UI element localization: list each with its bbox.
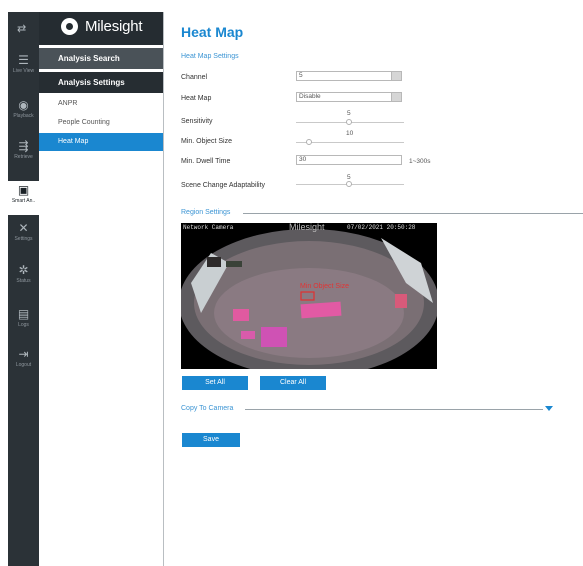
channel-value: 5: [299, 72, 303, 79]
scene-change-slider-handle[interactable]: [346, 181, 352, 187]
scene-change-label: Scene Change Adaptability: [181, 182, 266, 189]
app-window: ⇄ ☰ Live View ◉ Playback ⇶ Retrieve ▣ Sm…: [8, 12, 583, 566]
heat-map-label: Heat Map: [181, 95, 212, 102]
nav-label: Logs: [18, 322, 29, 328]
chevron-down-icon: [391, 72, 401, 80]
settings-icon: ✕: [18, 221, 29, 235]
sensitivity-slider[interactable]: [296, 119, 404, 125]
nav-label: Playback: [13, 113, 34, 119]
camera-preview[interactable]: Network Camera Milesight 07/02/2021 20:5…: [181, 223, 437, 369]
nav-live-view[interactable]: ☰ Live View: [8, 54, 39, 74]
milesight-logo-icon: [61, 18, 78, 35]
min-object-size-value: 10: [346, 130, 354, 137]
nav-label: Smart An..: [11, 198, 36, 204]
nav-label: Live View: [12, 68, 35, 74]
brand-name: Milesight: [85, 18, 143, 35]
nav-retrieve[interactable]: ⇶ Retrieve: [8, 140, 39, 160]
min-object-size-slider[interactable]: [296, 139, 404, 145]
channel-select[interactable]: 5: [296, 71, 402, 81]
menu-item-anpr[interactable]: ANPR: [39, 95, 163, 113]
chevron-down-icon: [391, 93, 401, 101]
sensitivity-label: Sensitivity: [181, 118, 213, 125]
menu-item-people-counting[interactable]: People Counting: [39, 114, 163, 132]
sensitivity-value: 5: [347, 110, 351, 117]
timestamp-overlay: 07/02/2021 20:50:28: [347, 224, 416, 231]
nav-status[interactable]: ✲ Status: [8, 264, 39, 284]
channel-label: Channel: [181, 74, 208, 81]
analysis-menu: Milesight Analysis Search Analysis Setti…: [39, 12, 164, 566]
expand-triangle-icon[interactable]: [545, 406, 553, 411]
scene-change-value: 5: [347, 174, 351, 181]
menu-analysis-search[interactable]: Analysis Search: [39, 48, 163, 69]
menu-item-heat-map[interactable]: Heat Map: [39, 133, 163, 151]
heat-map-settings-heading: Heat Map Settings: [181, 53, 239, 60]
nav-playback[interactable]: ◉ Playback: [8, 99, 39, 119]
logout-icon: ⇥: [18, 347, 29, 361]
menu-analysis-settings[interactable]: Analysis Settings: [39, 72, 163, 93]
nav-label: Status: [16, 278, 31, 284]
region-settings-heading: Region Settings: [181, 209, 231, 216]
camera-name-overlay: Network Camera: [183, 224, 234, 231]
heat-map-panel: Heat Map Heat Map Settings Channel 5 Hea…: [181, 12, 583, 566]
retrieve-icon: ⇶: [18, 139, 29, 153]
main-nav-rail: ⇄ ☰ Live View ◉ Playback ⇶ Retrieve ▣ Sm…: [8, 12, 39, 566]
nav-label: Logout: [15, 362, 32, 368]
set-all-button[interactable]: Set All: [182, 376, 248, 390]
fisheye-scene: [181, 223, 437, 369]
region-divider: [243, 213, 583, 214]
playback-icon: ◉: [18, 98, 29, 112]
sensitivity-slider-handle[interactable]: [346, 119, 352, 125]
min-object-size-slider-handle[interactable]: [306, 139, 312, 145]
save-button[interactable]: Save: [182, 433, 240, 447]
nav-label: Retrieve: [14, 154, 33, 160]
nav-logs[interactable]: ▤ Logs: [8, 308, 39, 328]
min-dwell-time-value: 30: [299, 156, 307, 163]
nav-logout[interactable]: ⇥ Logout: [8, 348, 39, 368]
live-view-icon: ☰: [18, 53, 29, 67]
heat-map-value: Disable: [299, 93, 321, 100]
min-dwell-time-input[interactable]: 30: [296, 155, 402, 165]
status-icon: ✲: [18, 263, 29, 277]
brand-header: Milesight: [39, 12, 163, 45]
brand-watermark: Milesight: [289, 223, 325, 232]
scene-change-slider[interactable]: [296, 181, 404, 187]
nav-toggle-icon[interactable]: ⇄: [17, 24, 30, 35]
min-object-size-label: Min. Object Size: [181, 138, 232, 145]
copy-to-camera-toggle[interactable]: Copy To Camera: [181, 405, 233, 412]
copy-divider: [245, 409, 543, 410]
logs-icon: ▤: [17, 307, 30, 321]
smart-analysis-icon: ▣: [17, 183, 30, 197]
page-title: Heat Map: [181, 24, 244, 40]
dwell-range-hint: 1~300s: [409, 158, 431, 165]
heat-map-select[interactable]: Disable: [296, 92, 402, 102]
nav-settings[interactable]: ✕ Settings: [8, 222, 39, 242]
min-dwell-time-label: Min. Dwell Time: [181, 158, 231, 165]
nav-label: Settings: [14, 236, 33, 242]
min-object-size-overlay: Min Object Size: [300, 283, 350, 290]
nav-smart-analysis[interactable]: ▣ Smart An..: [8, 184, 39, 204]
clear-all-button[interactable]: Clear All: [260, 376, 326, 390]
